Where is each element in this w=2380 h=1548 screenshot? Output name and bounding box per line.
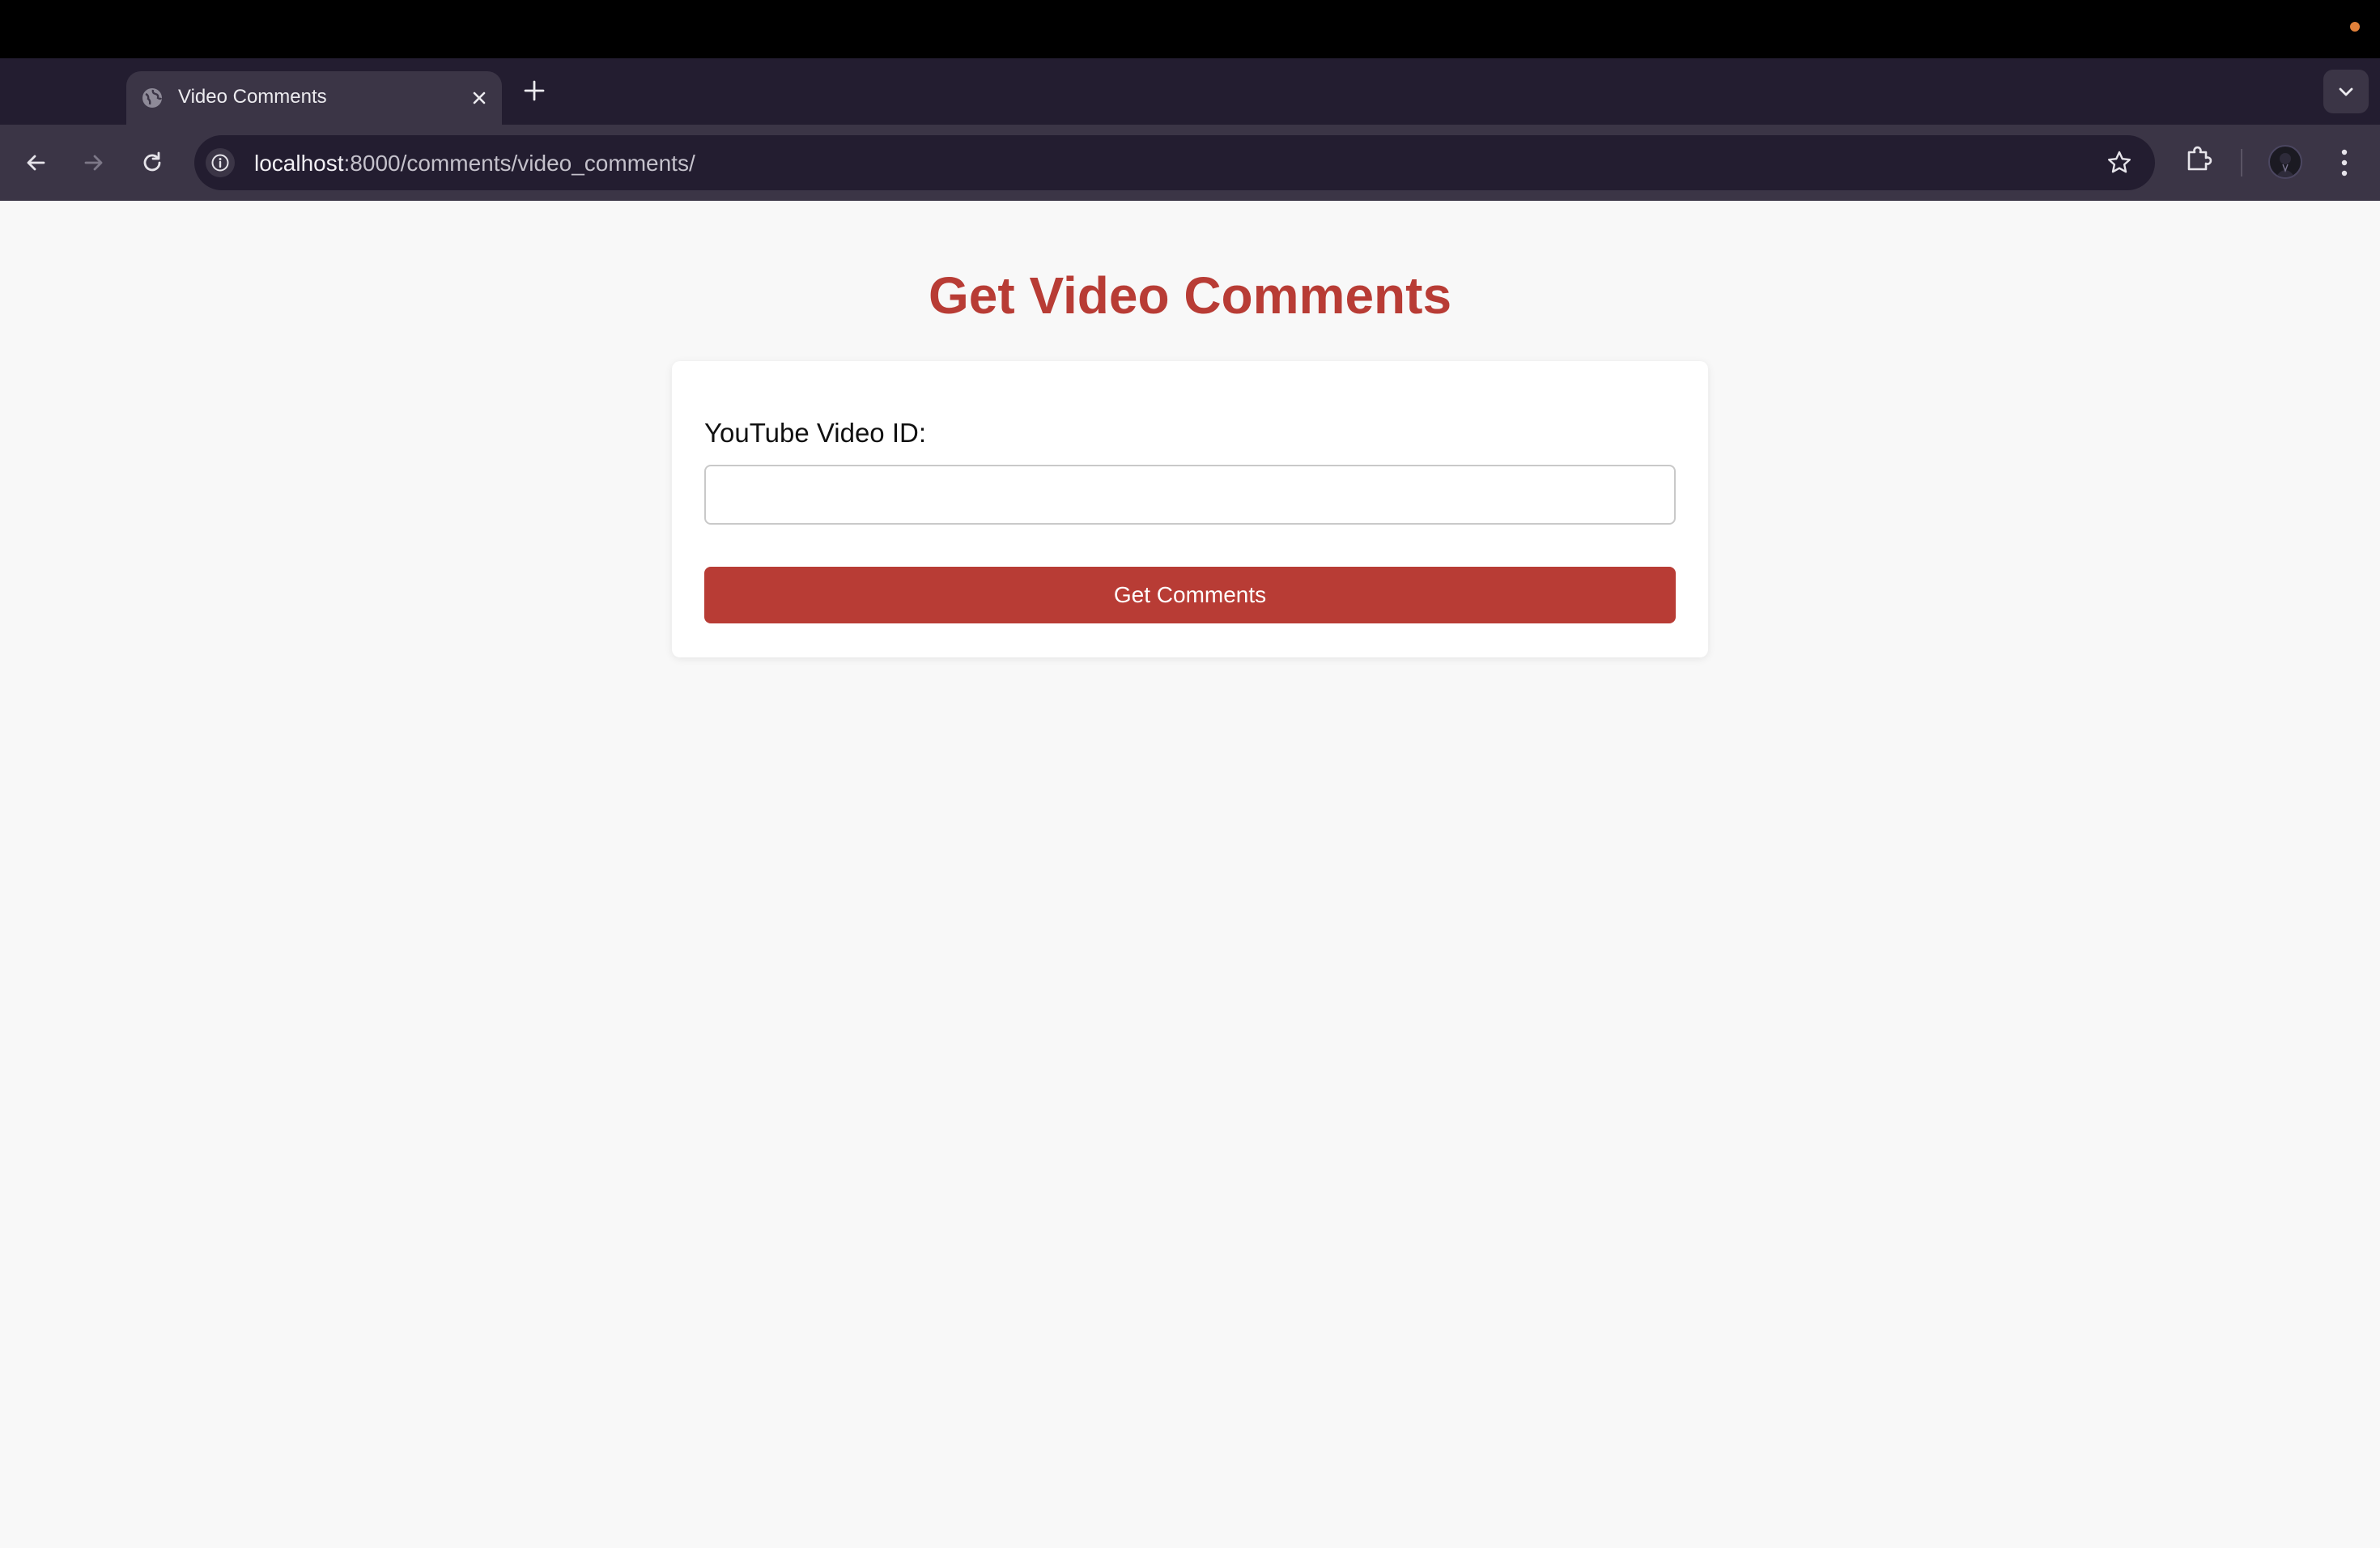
url-host: localhost [254,151,344,176]
kebab-menu-icon[interactable] [2328,144,2361,181]
tab-strip: Video Comments [0,58,2380,125]
url-path: :8000/comments/video_comments/ [343,151,695,176]
video-id-input[interactable] [704,465,1676,525]
close-icon[interactable] [468,87,491,109]
chevron-down-icon [2339,87,2353,96]
os-menu-bar [0,0,2380,58]
avatar[interactable] [2268,145,2302,179]
back-button[interactable] [18,145,53,181]
info-icon[interactable] [206,148,235,177]
page-content: Get Video Comments YouTube Video ID: Get… [0,201,2380,1548]
address-bar[interactable]: localhost:8000/comments/video_comments/ [194,135,2155,190]
get-comments-button[interactable]: Get Comments [704,567,1676,623]
arrow-right-icon [84,155,103,171]
arrow-left-icon [27,155,45,171]
toolbar-divider [2241,149,2242,176]
tab-video-comments[interactable]: Video Comments [126,71,502,125]
video-id-label: YouTube Video ID: [704,418,926,448]
reload-icon [143,151,161,172]
page-title: Get Video Comments [928,266,1452,325]
tab-search-button[interactable] [2323,70,2369,113]
video-comments-form: YouTube Video ID: Get Comments [672,361,1708,657]
reload-button[interactable] [134,145,170,181]
browser-toolbar: localhost:8000/comments/video_comments/ [0,125,2380,201]
star-icon[interactable] [2105,148,2134,177]
url-text[interactable]: localhost:8000/comments/video_comments/ [254,151,695,176]
forward-button[interactable] [76,145,112,181]
globe-icon [141,87,164,109]
recording-indicator-icon [2350,22,2360,32]
plus-icon[interactable] [520,76,549,105]
puzzle-icon[interactable] [2182,142,2215,175]
tab-title: Video Comments [178,86,327,108]
